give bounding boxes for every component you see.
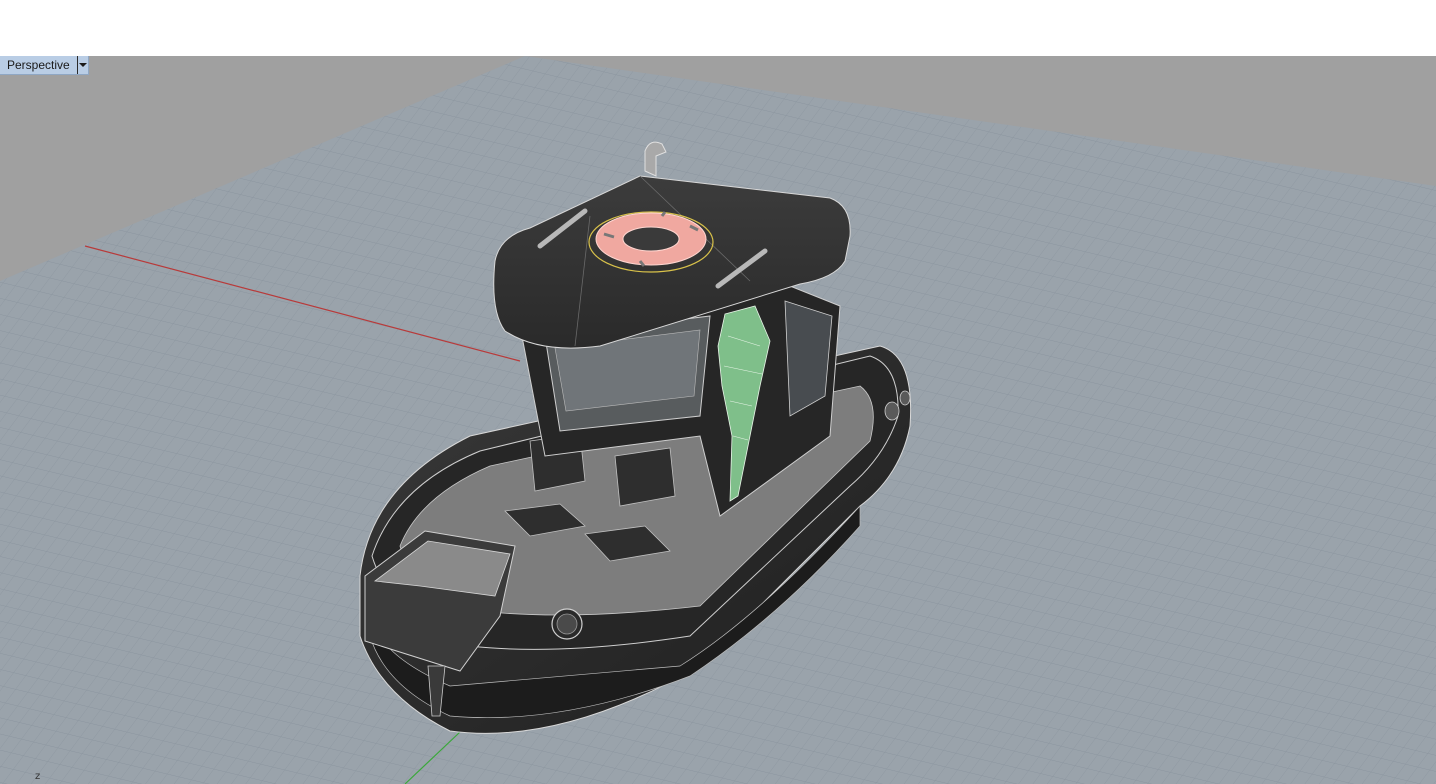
viewport-scene[interactable] xyxy=(0,56,1436,784)
viewport-title-tab[interactable]: Perspective xyxy=(0,56,89,75)
viewport-menu-button[interactable] xyxy=(76,56,88,74)
viewport-name-label[interactable]: Perspective xyxy=(0,56,77,74)
axis-widget-label: z xyxy=(35,771,41,782)
chevron-down-icon xyxy=(78,63,87,67)
toolbar-area xyxy=(0,0,1436,56)
rhino-app: Perspective z xyxy=(0,0,1436,784)
life-ring xyxy=(588,211,714,273)
perspective-viewport[interactable]: Perspective z xyxy=(0,56,1436,784)
